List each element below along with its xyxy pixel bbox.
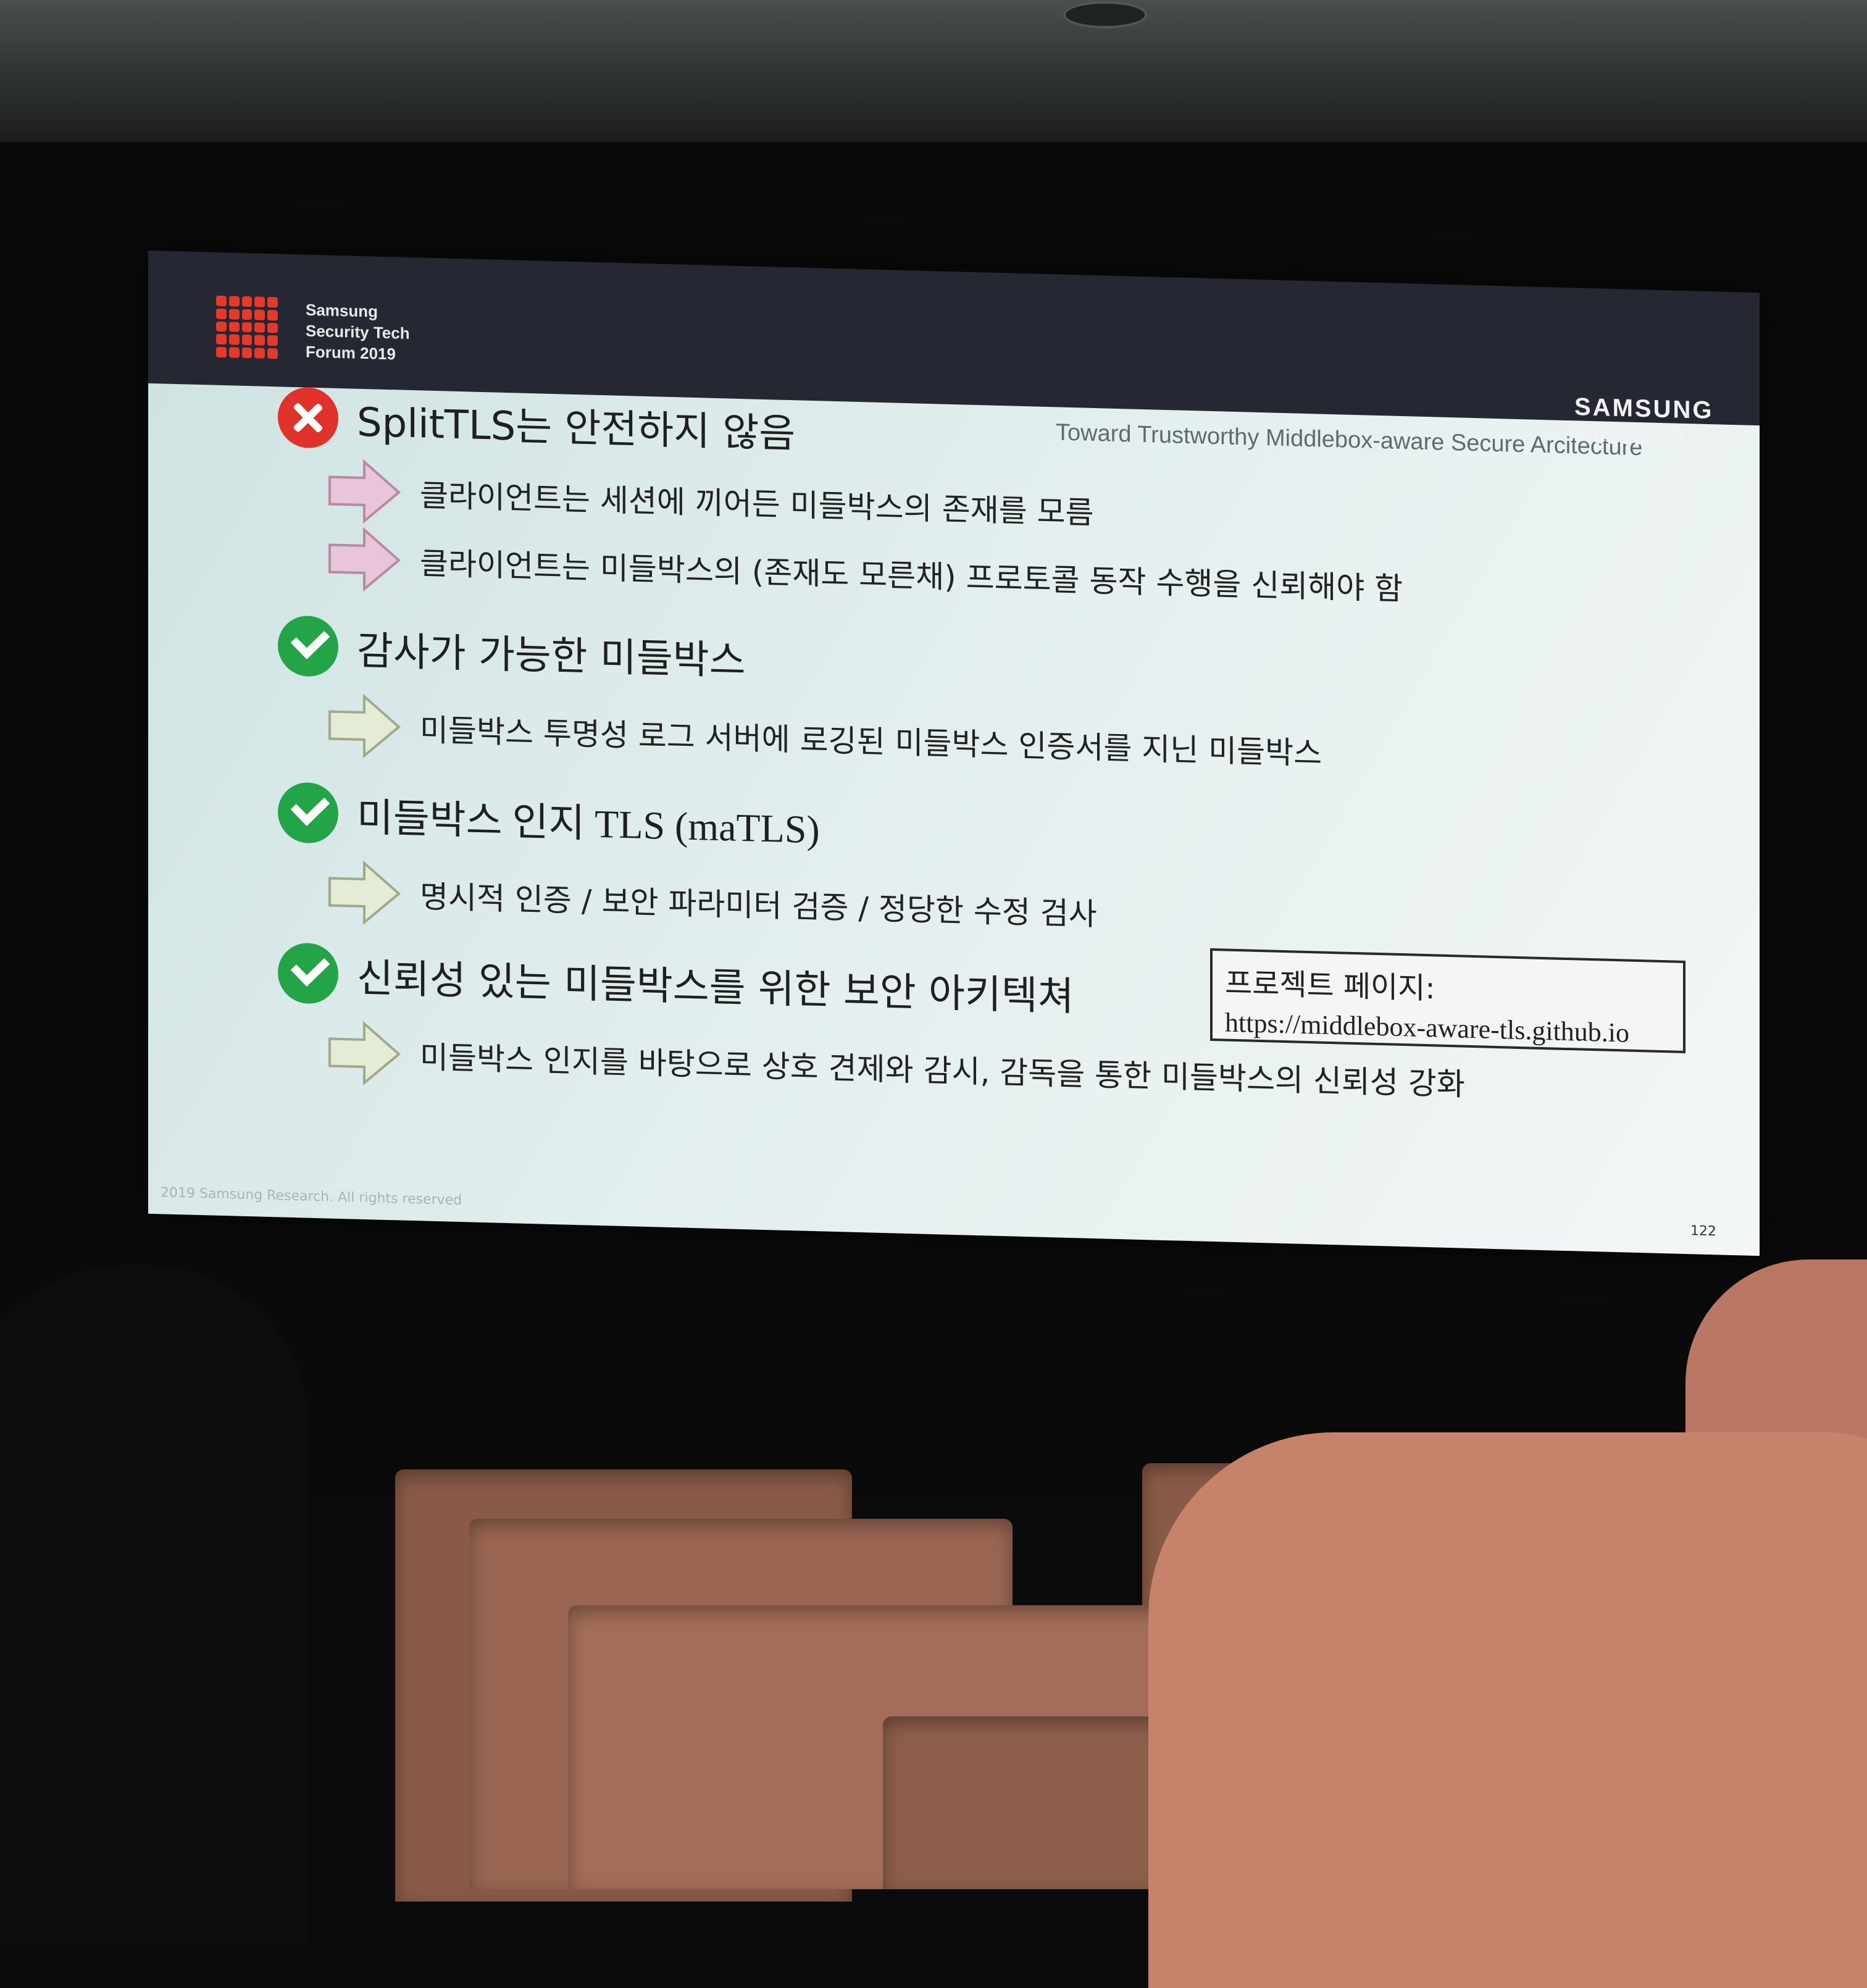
bullet-text: 감사가 가능한 미들박스 (357, 628, 746, 685)
slide-subtitle: Toward Trustworthy Middlebox-aware Secur… (1056, 419, 1643, 461)
sub-item: 클라이언트는 세션에 끼어든 미들박스의 존재를 모름 (327, 459, 1094, 533)
bullet-auditable: 감사가 가능한 미들박스 (278, 615, 746, 688)
bullet-text: 신뢰성 있는 미들박스를 위한 보안 아키텍쳐 (357, 955, 1074, 1021)
bullet-matls: 미들박스 인지 TLS (maTLS) (278, 782, 820, 856)
check-circle-icon (278, 782, 338, 844)
logo-line: Samsung (306, 300, 378, 321)
sub-text: 클라이언트는 미들박스의 (존재도 모른채) 프로토콜 동작 수행을 신뢰해야 … (420, 545, 1403, 608)
brand-line: SAMSUNG (1574, 393, 1714, 424)
slide-copyright: 2019 Samsung Research. All rights reserv… (161, 1185, 462, 1209)
bullet-text: 미들박스 인지 TLS (maTLS) (357, 795, 820, 852)
project-label: 프로젝트 페이지: (1225, 966, 1435, 1006)
logo-line: Forum 2019 (306, 342, 396, 364)
project-page-box: 프로젝트 페이지: https://middlebox-aware-tls.gi… (1210, 948, 1685, 1054)
ceiling-light (1063, 1, 1147, 28)
bullet-splittls: SplitTLS는 안전하지 않음 (278, 386, 795, 461)
x-circle-icon (278, 386, 338, 449)
sub-item: 명시적 인증 / 보안 파라미터 검증 / 정당한 수정 검사 (327, 860, 1097, 934)
audience-member-right (1148, 1432, 1867, 1988)
project-url: https://middlebox-aware-tls.github.io (1225, 1007, 1630, 1048)
sub-text: 명시적 인증 / 보안 파라미터 검증 / 정당한 수정 검사 (420, 879, 1097, 933)
sub-text: 클라이언트는 세션에 끼어든 미들박스의 존재를 모름 (420, 477, 1094, 531)
brand-line: Research (1574, 421, 1686, 451)
forum-logo-text: Samsung Security Tech Forum 2019 (306, 299, 410, 365)
sub-text: 미들박스 투명성 로그 서버에 로깅된 미들박스 인증서를 지닌 미들박스 (420, 712, 1322, 772)
bullet-architecture: 신뢰성 있는 미들박스를 위한 보안 아키텍쳐 (278, 942, 1074, 1024)
sub-item: 미들박스 투명성 로그 서버에 로깅된 미들박스 인증서를 지닌 미들박스 (327, 693, 1322, 773)
slide-body: Toward Trustworthy Middlebox-aware Secur… (148, 383, 1760, 1256)
logo-line: Security Tech (306, 321, 410, 343)
slide-page-number: 122 (1690, 1223, 1716, 1240)
forum-logo-icon (216, 295, 278, 359)
bullet-text: SplitTLS는 안전하지 않음 (357, 399, 796, 457)
sub-item: 클라이언트는 미들박스의 (존재도 모른채) 프로토콜 동작 수행을 신뢰해야 … (327, 527, 1403, 609)
check-circle-icon (278, 615, 338, 677)
audience-member-left (0, 1266, 309, 1945)
samsung-research-logo: SAMSUNG Research (1574, 393, 1713, 453)
check-circle-icon (278, 942, 338, 1004)
projection-screen: Samsung Security Tech Forum 2019 Toward … (148, 250, 1760, 1256)
